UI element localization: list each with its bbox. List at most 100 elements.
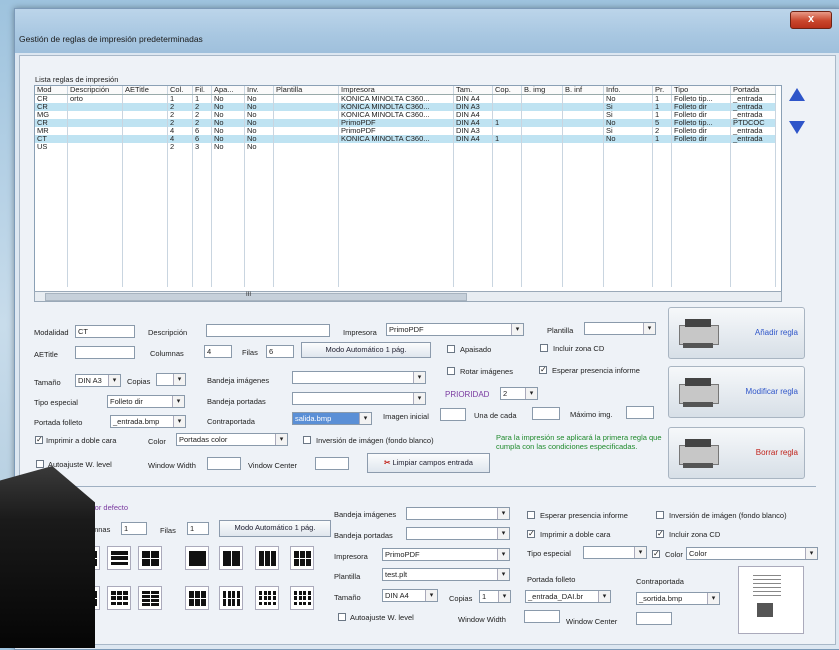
modify-rule-button[interactable]: Modificar regla bbox=[668, 366, 805, 418]
defaults-inversion-checkbox[interactable] bbox=[656, 511, 664, 519]
defaults-esperar-checkbox[interactable] bbox=[527, 511, 535, 519]
apaisado-checkbox[interactable] bbox=[447, 345, 455, 353]
close-button[interactable]: x bbox=[790, 11, 832, 29]
layout-tile-icon[interactable] bbox=[290, 546, 314, 570]
color-select[interactable]: Portadas color bbox=[176, 433, 288, 446]
defaults-impresora-select[interactable]: PrimoPDF bbox=[382, 548, 510, 561]
column-header[interactable]: Portada bbox=[730, 86, 776, 95]
maximo-input[interactable] bbox=[626, 406, 654, 419]
column-header[interactable]: Impresora bbox=[338, 86, 454, 95]
table-row[interactable]: US 2 3 No No bbox=[35, 143, 776, 151]
incluir-cd-checkbox[interactable] bbox=[540, 344, 548, 352]
filas-input[interactable]: 6 bbox=[266, 345, 294, 358]
autoajuste-checkbox[interactable] bbox=[36, 460, 44, 468]
column-header[interactable]: Descripción bbox=[67, 86, 123, 95]
table-cell: 3 bbox=[192, 143, 212, 151]
add-rule-button[interactable]: Añadir regla bbox=[668, 307, 805, 359]
defaults-doble-cara-checkbox[interactable]: ✓ bbox=[527, 530, 535, 538]
prioridad-select[interactable]: 2 bbox=[500, 387, 538, 400]
columnas-input[interactable]: 4 bbox=[204, 345, 232, 358]
defaults-window-width-input[interactable] bbox=[524, 610, 560, 623]
table-row[interactable]: CR 2 2 No No KONICA MINOLTA C360... DIN A3 Si 1 F… bbox=[35, 103, 776, 111]
defaults-incluir-cd-checkbox[interactable]: ✓ bbox=[656, 530, 664, 538]
layout-tile-icon[interactable] bbox=[219, 586, 243, 610]
column-header[interactable]: Cop. bbox=[492, 86, 522, 95]
defaults-modo-button[interactable]: Modo Automático 1 pág. bbox=[219, 520, 331, 537]
column-header[interactable]: Inv. bbox=[244, 86, 274, 95]
column-header[interactable]: B. img bbox=[521, 86, 563, 95]
defaults-tamano-select[interactable]: DIN A4 bbox=[382, 589, 438, 602]
bandeja-port-select[interactable] bbox=[292, 392, 426, 405]
defaults-autoajuste-checkbox[interactable] bbox=[338, 613, 346, 621]
delete-rule-button[interactable]: Borrar regla bbox=[668, 427, 805, 479]
column-header[interactable]: AETitle bbox=[122, 86, 168, 95]
copias-select[interactable] bbox=[156, 373, 186, 386]
move-down-arrow-icon[interactable] bbox=[789, 121, 805, 134]
window-center-input[interactable] bbox=[315, 457, 349, 470]
layout-tile-icon[interactable] bbox=[255, 586, 279, 610]
column-header[interactable]: Mod bbox=[35, 86, 68, 95]
modalidad-input[interactable]: CT bbox=[75, 325, 135, 338]
una-cada-input[interactable] bbox=[532, 407, 560, 420]
scroll-thumb[interactable]: III bbox=[45, 292, 467, 301]
column-header[interactable]: Info. bbox=[603, 86, 653, 95]
table-row[interactable]: CR 2 2 No No PrimoPDF DIN A4 1 No 5 Folleto tip...… bbox=[35, 119, 776, 127]
column-header[interactable]: Apa... bbox=[211, 86, 245, 95]
table-row[interactable]: CR orto 1 1 No No KONICA MINOLTA C360... DIN A4… bbox=[35, 94, 776, 103]
column-header[interactable]: Fil. bbox=[192, 86, 212, 95]
window-width-input[interactable] bbox=[207, 457, 241, 470]
layout-tile-icon[interactable] bbox=[185, 546, 209, 570]
aetitle-input[interactable] bbox=[75, 346, 135, 359]
layout-tile-icon[interactable] bbox=[290, 586, 314, 610]
modo-automatico-button[interactable]: Modo Automático 1 pág. bbox=[301, 342, 431, 358]
impresora-select[interactable]: PrimoPDF bbox=[386, 323, 524, 336]
descripcion-input[interactable] bbox=[206, 324, 330, 337]
aetitle-label: AETitle bbox=[34, 350, 58, 359]
defaults-columnas-input[interactable]: 1 bbox=[121, 522, 147, 535]
defaults-bandeja-port-select[interactable] bbox=[406, 527, 510, 540]
column-header[interactable]: Col. bbox=[167, 86, 193, 95]
defaults-bandeja-img-select[interactable] bbox=[406, 507, 510, 520]
column-header[interactable]: Pr. bbox=[652, 86, 672, 95]
table-row[interactable]: MG 2 2 No No KONICA MINOLTA C360... DIN A4 Si 1 F… bbox=[35, 111, 776, 119]
defaults-plantilla-select[interactable]: test.plt bbox=[382, 568, 510, 581]
defaults-filas-input[interactable]: 1 bbox=[187, 522, 209, 535]
column-header[interactable]: B. inf bbox=[562, 86, 604, 95]
layout-tile-icon[interactable] bbox=[107, 586, 131, 610]
table-row[interactable]: CT 4 6 No No KONICA MINOLTA C360... DIN A4 1 No 1… bbox=[35, 135, 776, 143]
table-cell bbox=[122, 111, 168, 119]
defaults-portada-select[interactable]: _entrada_DAI.br bbox=[525, 590, 611, 603]
contraportada-select[interactable]: salida.bmp bbox=[292, 412, 372, 425]
column-header[interactable]: Plantilla bbox=[273, 86, 339, 95]
layout-tile-icon[interactable] bbox=[255, 546, 279, 570]
defaults-contraportada-select[interactable]: _sortida.bmp bbox=[636, 592, 720, 605]
doble-cara-checkbox[interactable]: ✓ bbox=[35, 436, 43, 444]
layout-tile-icon[interactable] bbox=[185, 586, 209, 610]
defaults-window-center-input[interactable] bbox=[636, 612, 672, 625]
bandeja-img-select[interactable] bbox=[292, 371, 426, 384]
defaults-tipo-select[interactable] bbox=[583, 546, 647, 559]
empty-row bbox=[35, 175, 776, 183]
plantilla-select[interactable] bbox=[584, 322, 656, 335]
layout-tile-icon[interactable] bbox=[138, 586, 162, 610]
column-header[interactable]: Tam. bbox=[453, 86, 493, 95]
column-header[interactable]: Tipo bbox=[671, 86, 731, 95]
defaults-copias-select[interactable]: 1 bbox=[479, 590, 511, 603]
tamano-select[interactable]: DIN A3 bbox=[75, 374, 121, 387]
tipo-select[interactable]: Folleto dir bbox=[107, 395, 185, 408]
limpiar-button[interactable]: ✂ Limpiar campos entrada bbox=[367, 453, 490, 473]
inversion-checkbox[interactable] bbox=[303, 436, 311, 444]
imagen-inicial-input[interactable] bbox=[440, 408, 466, 421]
esperar-checkbox[interactable]: ✓ bbox=[539, 366, 547, 374]
horizontal-scrollbar[interactable]: III bbox=[34, 291, 782, 302]
portada-select[interactable]: _entrada.bmp bbox=[110, 415, 186, 428]
layout-tile-icon[interactable] bbox=[107, 546, 131, 570]
table-row[interactable]: MR 4 6 No No PrimoPDF DIN A3 Si 2 Folleto dir _ent… bbox=[35, 127, 776, 135]
defaults-color-checkbox[interactable]: ✓ bbox=[652, 550, 660, 558]
rotar-checkbox[interactable] bbox=[447, 367, 455, 375]
rules-table[interactable]: Mod Descripción AETitle Col. Fil. Apa... Inv. P… bbox=[34, 85, 782, 292]
defaults-color-select[interactable]: Color bbox=[686, 547, 818, 560]
layout-tile-icon[interactable] bbox=[219, 546, 243, 570]
layout-tile-icon[interactable] bbox=[138, 546, 162, 570]
move-up-arrow-icon[interactable] bbox=[789, 88, 805, 101]
